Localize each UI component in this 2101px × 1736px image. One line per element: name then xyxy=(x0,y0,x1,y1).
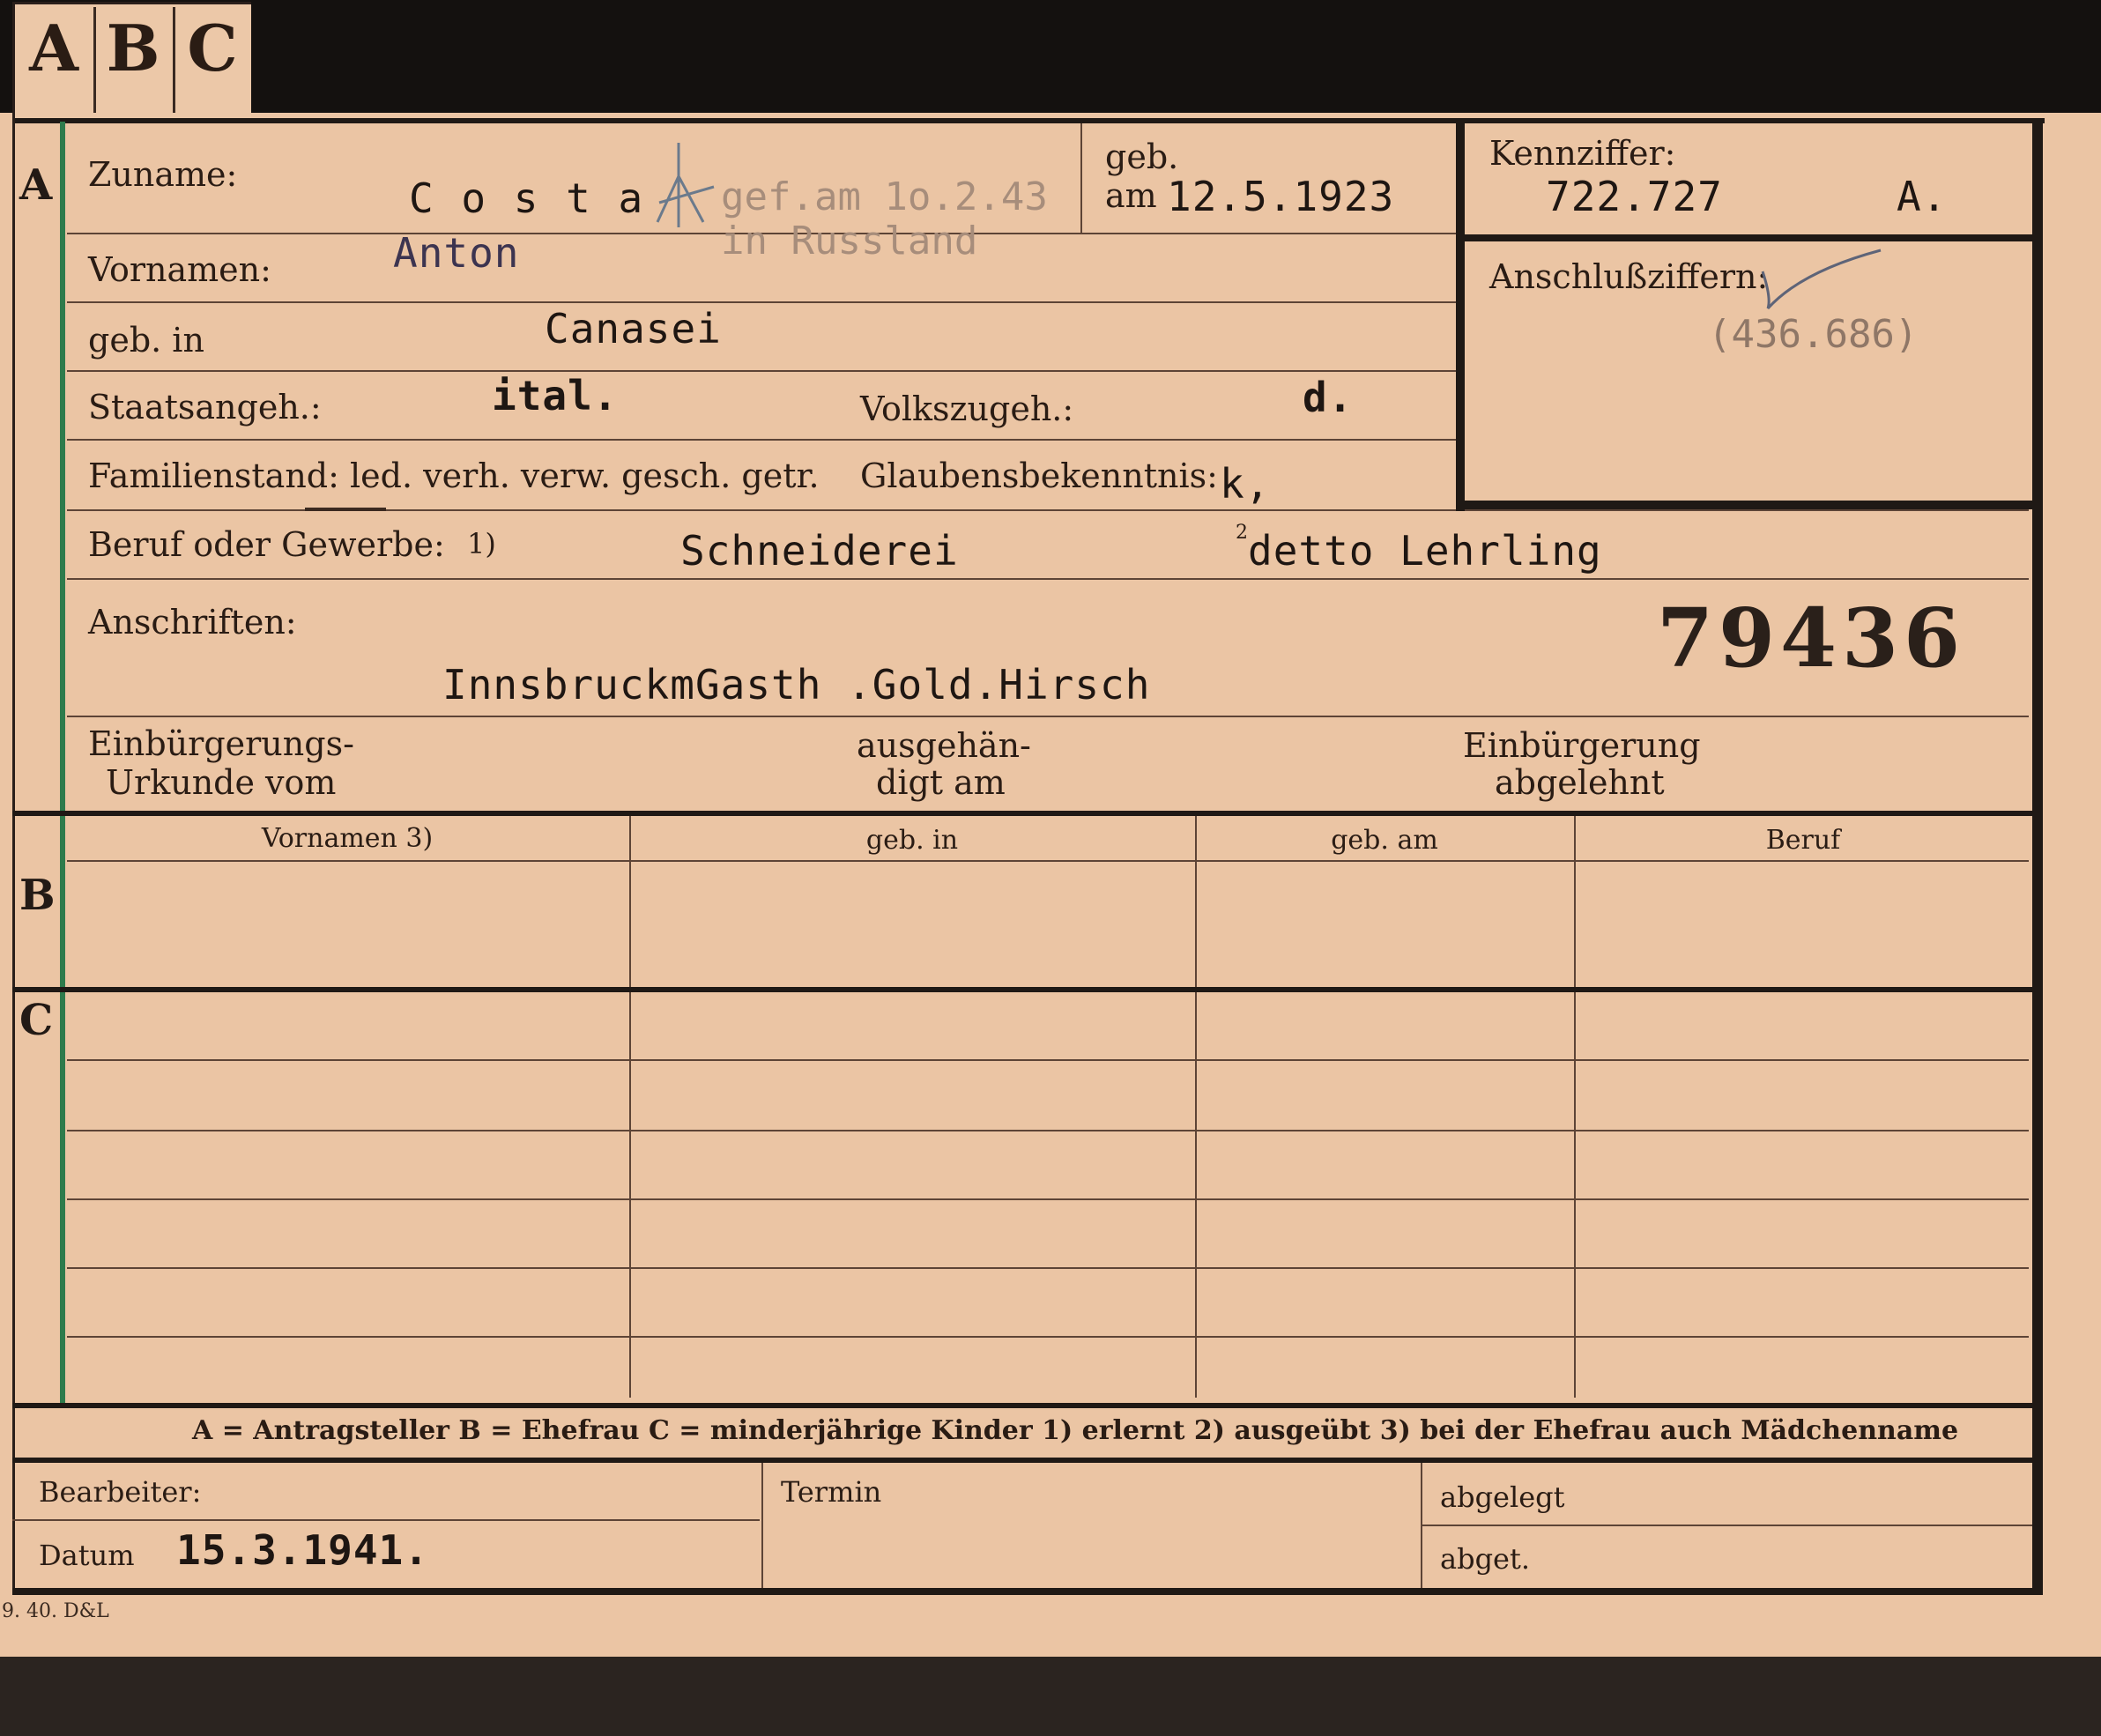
death-note-line-2: in Russland xyxy=(721,219,978,263)
beruf-ausgeuebt-note: 2 xyxy=(1236,522,1248,544)
checkmark-icon xyxy=(1761,249,1882,310)
bearbeiter-label: Bearbeiter: xyxy=(39,1475,202,1509)
kennziffer-block-divider xyxy=(1459,234,2032,241)
abgetr-label: abget. xyxy=(1440,1542,1531,1576)
einbuergerungs-urkunde-label-1: Einbürgerungs- xyxy=(88,724,354,763)
rule xyxy=(629,816,631,1398)
kennziffer-value: 722.727 xyxy=(1546,173,1723,220)
kennziffer-block-bottom xyxy=(1459,501,2032,509)
volkszugeh-label: Volkszugeh.: xyxy=(860,389,1074,428)
einbuergerung-abgelehnt-label-1: Einbürgerung xyxy=(1463,726,1701,765)
rule xyxy=(67,301,1456,303)
background-strip xyxy=(0,1657,2101,1736)
geb-am-value: 12.5.1923 xyxy=(1167,173,1395,220)
death-cross-icon xyxy=(656,143,715,227)
table-row-rule xyxy=(67,1130,2029,1131)
frame-bottom xyxy=(12,1588,2043,1595)
vornamen-label: Vornamen: xyxy=(88,250,271,289)
section-letter-b: B xyxy=(19,871,56,920)
einbuergerung-abgelehnt-label-2: abgelehnt xyxy=(1495,763,1665,802)
einbuergerungs-urkunde-label-2: Urkunde vom xyxy=(106,763,337,802)
beruf-erlernt-value: Schneiderei xyxy=(680,527,959,575)
ausgehaendigt-label-1: ausgehän- xyxy=(857,726,1031,765)
frame-right xyxy=(2032,118,2043,1593)
rule xyxy=(67,578,2029,580)
rule xyxy=(1080,123,1082,233)
table-row-rule xyxy=(67,1059,2029,1061)
rule xyxy=(1195,816,1197,1398)
section-b-end xyxy=(12,987,2036,992)
rule xyxy=(761,1463,763,1588)
rule xyxy=(67,716,2029,717)
termin-label: Termin xyxy=(781,1475,882,1509)
glaubensbekenntnis-label: Glaubensbekenntnis: xyxy=(860,456,1218,495)
table-row-rule xyxy=(67,1198,2029,1200)
print-code: 9. 40. D&L xyxy=(2,1600,109,1622)
rule xyxy=(1422,1525,2032,1526)
section-c-bar xyxy=(60,992,65,1403)
beruf-label: Beruf oder Gewerbe: xyxy=(88,525,445,564)
rule xyxy=(67,370,1456,372)
datum-value: 15.3.1941. xyxy=(176,1526,429,1574)
section-a-end xyxy=(12,811,2036,816)
rule xyxy=(1421,1463,1422,1588)
death-note-line-1: gef.am 1o.2.43 xyxy=(721,174,1048,219)
table-header-beruf: Beruf xyxy=(1765,825,1841,856)
table-header-geb-am: geb. am xyxy=(1331,825,1438,856)
zuname-label: Zuname: xyxy=(88,155,238,194)
geb-in-value: Canasei xyxy=(545,305,722,352)
anschriften-label: Anschriften: xyxy=(88,603,297,642)
anschlussziffern-value: (436.686) xyxy=(1708,312,1919,357)
beruf-note: 1) xyxy=(467,527,496,560)
section-letter-c: C xyxy=(19,996,54,1045)
rule xyxy=(12,1519,760,1521)
beruf-ausgeuebt-value: detto Lehrling xyxy=(1248,527,1602,575)
vornamen-value: Anton xyxy=(393,229,520,277)
anschrift-value: InnsbruckmGasth .Gold.Hirsch xyxy=(442,661,1151,708)
legend-bottom xyxy=(12,1458,2036,1463)
tab-letter-b: B xyxy=(106,11,160,85)
section-a-bar xyxy=(60,122,65,811)
section-letter-a: A xyxy=(19,160,53,210)
staatsangeh-label: Staatsangeh.: xyxy=(88,388,322,427)
volkszugeh-value: d. xyxy=(1303,374,1354,421)
legend-text: A = Antragsteller B = Ehefrau C = minder… xyxy=(192,1415,1959,1446)
legend-top xyxy=(12,1403,2036,1408)
kennziffer-block-left xyxy=(1456,122,1465,511)
kennziffer-label: Kennziffer: xyxy=(1489,134,1676,173)
kennziffer-suffix: A. xyxy=(1897,173,1948,220)
datum-label: Datum xyxy=(39,1539,135,1572)
frame-left xyxy=(12,118,15,1593)
rule xyxy=(67,860,2029,862)
table-header-geb-in: geb. in xyxy=(865,825,959,856)
zuname-value: C o s t a xyxy=(409,174,645,222)
stamp-number: 79436 xyxy=(1657,590,1966,686)
geb-am-label-top: geb. xyxy=(1105,137,1179,176)
geb-am-label: am xyxy=(1105,176,1157,215)
check-mark xyxy=(1757,245,1889,315)
glaubensbekenntnis-value: k, xyxy=(1220,460,1271,508)
abgelegt-label: abgelegt xyxy=(1440,1480,1565,1514)
rule xyxy=(67,439,1456,441)
staatsangeh-value: ital. xyxy=(492,372,619,419)
section-b-bar xyxy=(60,816,65,987)
death-cross-mark xyxy=(652,141,723,229)
ausgehaendigt-label-2: digt am xyxy=(876,763,1006,802)
tab-letter-c: C xyxy=(187,11,238,85)
rule xyxy=(1574,816,1576,1398)
table-row-rule xyxy=(67,1336,2029,1338)
geb-in-label: geb. in xyxy=(88,321,204,360)
familienstand-underline xyxy=(305,508,386,511)
frame-top xyxy=(12,118,2045,123)
tab-letter-a: A xyxy=(29,11,78,85)
familienstand-label: Familienstand: led. verh. verw. gesch. g… xyxy=(88,456,820,495)
table-header-vornamen: Vornamen 3) xyxy=(261,823,434,854)
table-row-rule xyxy=(67,1267,2029,1269)
anschlussziffern-label: Anschlußziffern: xyxy=(1489,257,1769,296)
